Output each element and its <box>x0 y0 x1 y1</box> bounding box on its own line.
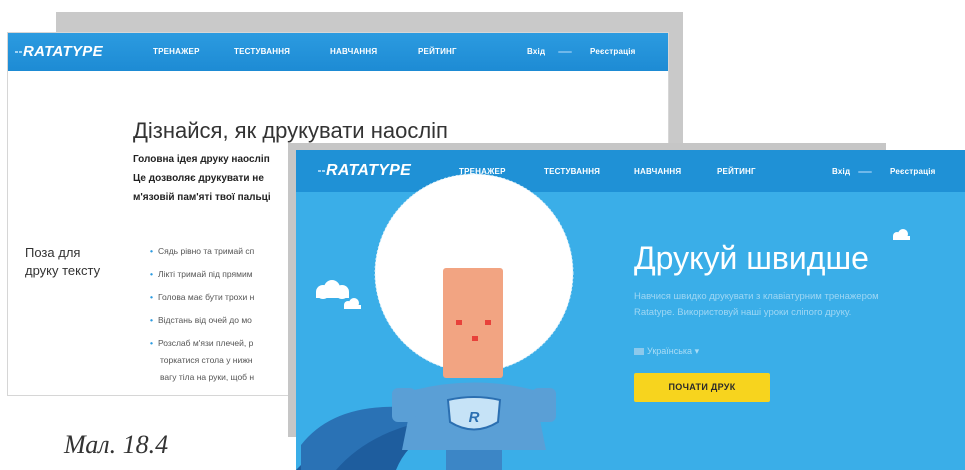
list-item: • Сядь рівно та тримай сп <box>150 246 255 256</box>
intro-text-line: Головна ідея друку наосліп <box>133 154 270 165</box>
flag-icon <box>634 348 644 356</box>
hero-nose <box>472 336 478 341</box>
nav-item-trainer[interactable]: ТРЕНАЖЕР <box>153 47 200 56</box>
hero-face <box>443 268 503 378</box>
nav-item-learning[interactable]: НАВЧАННЯ <box>330 47 377 56</box>
hero-arm <box>392 388 416 422</box>
figure-caption: Мал. 18.4 <box>64 430 169 459</box>
intro-text-line: Це дозволяє друкувати не <box>133 173 264 184</box>
front-browser-window: RATATYPE ТРЕНАЖЕР ТЕСТУВАННЯ НАВЧАННЯ РЕ… <box>296 150 965 470</box>
list-item: • Голова має бути трохи н <box>150 292 255 302</box>
list-item: • Лікті тримай під прямим <box>150 269 253 279</box>
badge-letter: R <box>469 409 480 426</box>
start-typing-button[interactable]: ПОЧАТИ ДРУК <box>634 373 770 402</box>
ratatype-logo[interactable]: RATATYPE <box>15 43 103 60</box>
language-selector[interactable]: Українська ▾ <box>634 346 699 357</box>
list-item: • Розслаб м'язи плечей, р <box>150 338 254 348</box>
top-navigation-bar: RATATYPE ТРЕНАЖЕР ТЕСТУВАННЯ НАВЧАННЯ РЕ… <box>8 33 668 71</box>
nav-separator <box>558 51 572 53</box>
intro-text-line: м'язовій пам'яті твої пальці <box>133 192 271 203</box>
hero-arm <box>532 388 556 422</box>
section-title: Поза для <box>25 245 81 260</box>
list-item-continuation: вагу тіла на руки, щоб н <box>160 372 255 382</box>
hero-subtitle-line: Навчися швидко друкувати з клавіатурним … <box>634 291 879 302</box>
hero-belt <box>446 450 502 470</box>
cloud-icon <box>893 229 910 240</box>
chevron-down-icon: ▾ <box>694 346 700 356</box>
hero-title: Друкуй швидше <box>634 240 869 276</box>
hero-eye <box>456 320 462 325</box>
section-title: друку тексту <box>25 263 101 278</box>
list-item-continuation: торкатися стола у нижн <box>160 355 253 365</box>
hero-illustration: R <box>296 173 910 470</box>
hero-eye <box>485 320 491 325</box>
cloud-icon <box>344 298 361 309</box>
page-title: Дізнайся, як друкувати наосліп <box>133 118 448 143</box>
hero-subtitle-line: Ratatype. Використовуй наші уроки сліпог… <box>634 307 852 318</box>
list-item: • Відстань від очей до мо <box>150 315 252 325</box>
nav-item-testing[interactable]: ТЕСТУВАННЯ <box>234 47 290 56</box>
login-link[interactable]: Вхід <box>527 47 545 56</box>
cloud-icon <box>316 280 349 299</box>
nav-item-rating[interactable]: РЕЙТИНГ <box>418 47 457 56</box>
register-link[interactable]: Реєстрація <box>590 47 636 56</box>
